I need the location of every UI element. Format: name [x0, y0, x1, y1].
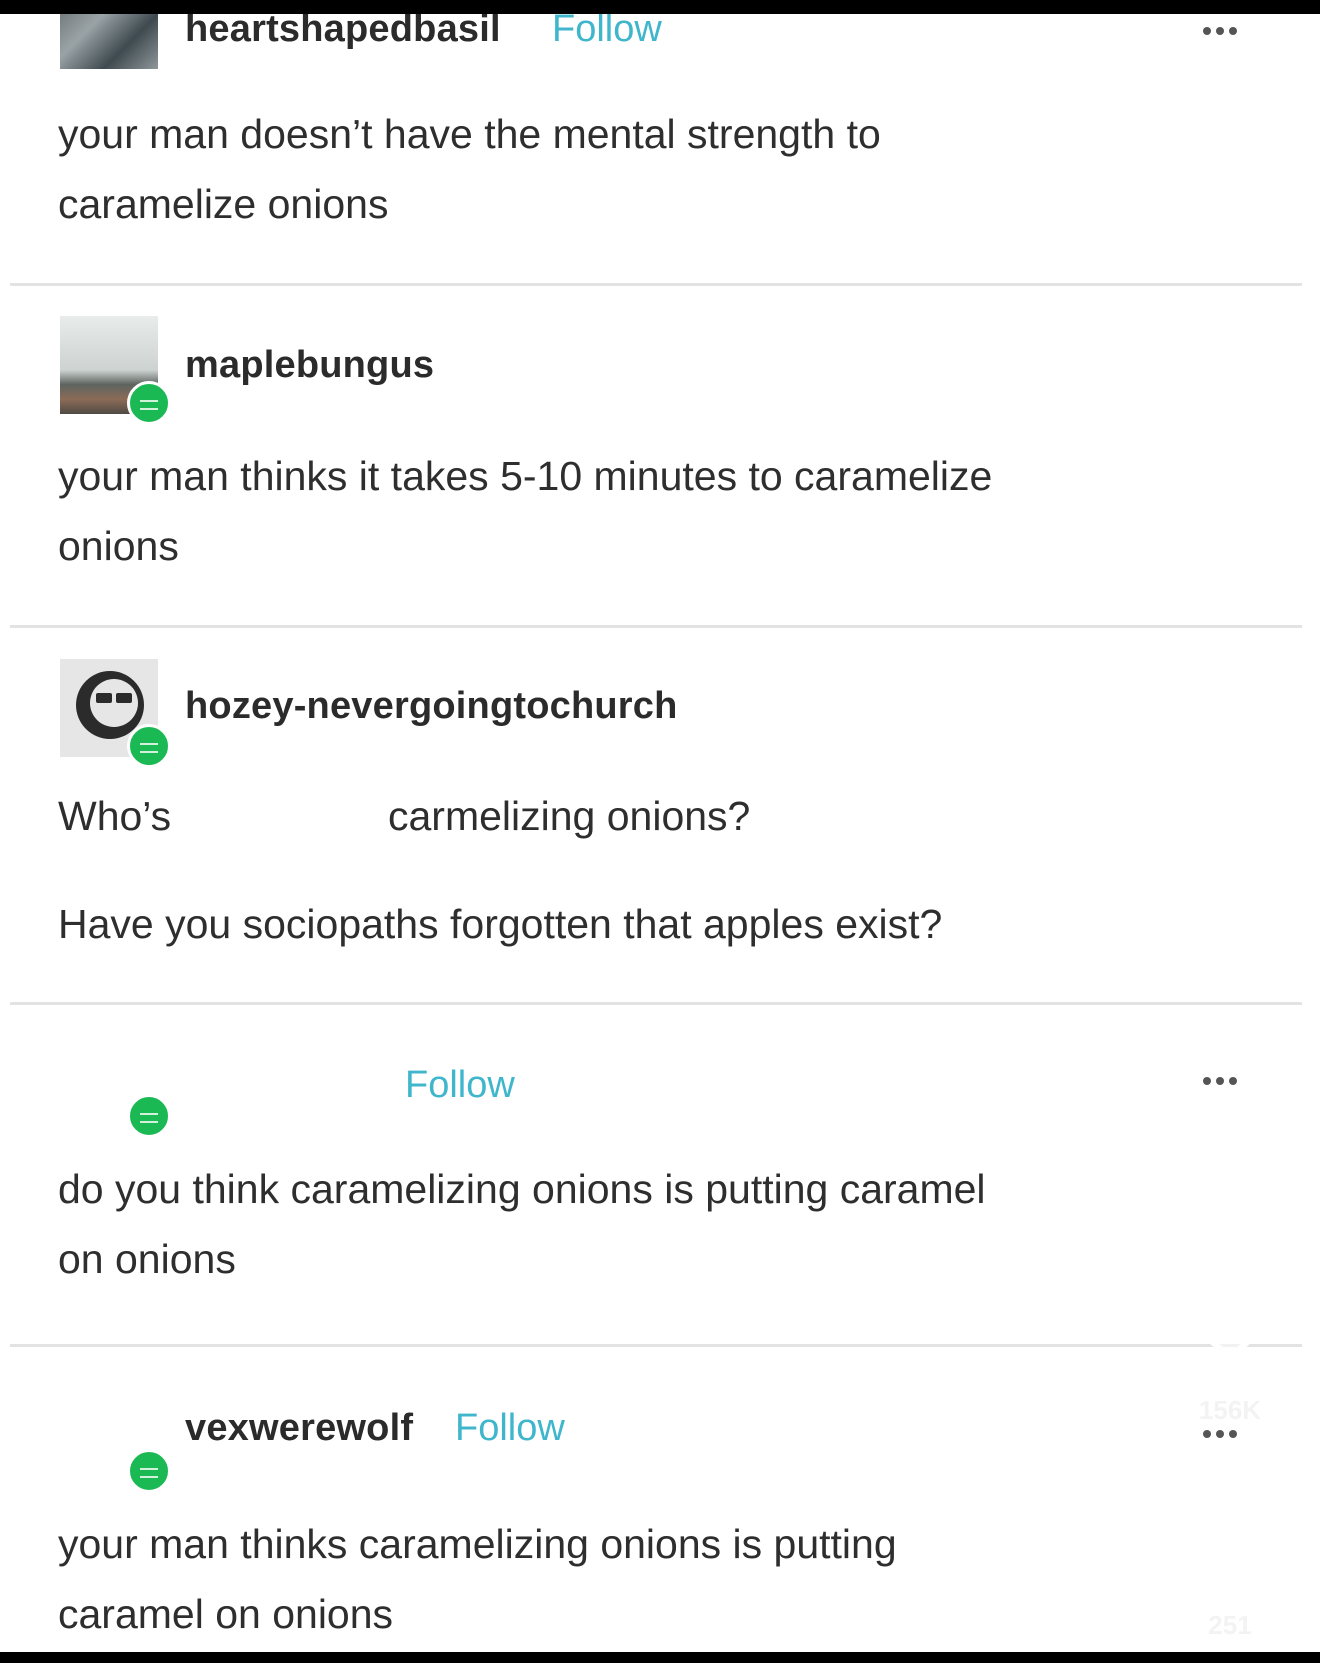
online-badge-icon: [127, 724, 171, 768]
username[interactable]: vexwerewolf: [185, 1407, 413, 1450]
post-text: your man thinks caramelizing onions is p…: [58, 1521, 897, 1637]
avatar[interactable]: [60, 14, 158, 69]
post-text: your man thinks it takes 5-10 minutes to…: [58, 453, 993, 569]
more-options-icon[interactable]: [1203, 1077, 1237, 1085]
more-options-icon[interactable]: [1203, 27, 1237, 35]
comment-bubble-icon[interactable]: [1188, 1496, 1272, 1580]
tumblr-post-screenshot: heartshapedbasil Follow your man doesn’t…: [0, 14, 1320, 1652]
divider: [10, 625, 1302, 628]
post-text: do you think caramelizing onions is putt…: [58, 1166, 986, 1282]
online-badge-icon: [127, 381, 171, 425]
post-text-line: Who’s: [58, 793, 172, 839]
like-count: 156K: [1198, 1395, 1262, 1425]
post-text-line: carmelizing onions?: [388, 793, 751, 839]
divider: [10, 283, 1302, 286]
online-badge-icon: [127, 1094, 171, 1138]
username[interactable]: hozey-nevergoingtochurch: [185, 685, 678, 728]
online-badge-icon: [127, 1449, 171, 1493]
comment-count: 251: [1208, 1610, 1252, 1640]
username[interactable]: maplebungus: [185, 344, 434, 387]
follow-button[interactable]: Follow: [552, 14, 662, 51]
divider: [10, 1002, 1302, 1005]
username[interactable]: heartshapedbasil: [185, 14, 501, 51]
divider: [10, 1344, 1302, 1347]
post-text-line: Have you sociopaths forgotten that apple…: [58, 901, 943, 947]
heart-icon[interactable]: [1188, 1287, 1272, 1363]
more-options-icon[interactable]: [1203, 1430, 1237, 1438]
post-text: your man doesn’t have the mental strengt…: [58, 111, 881, 227]
follow-button[interactable]: Follow: [455, 1407, 565, 1450]
follow-button[interactable]: Follow: [405, 1064, 515, 1107]
